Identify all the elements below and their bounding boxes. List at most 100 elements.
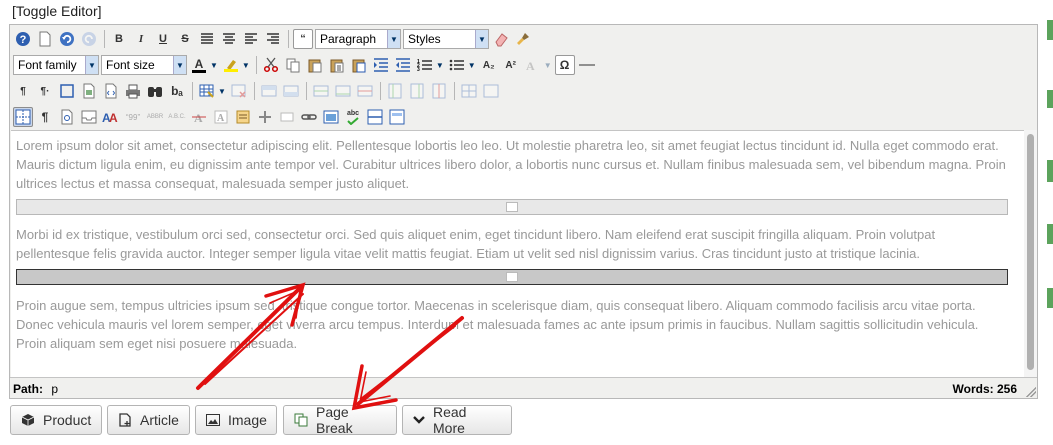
- page-break-icon[interactable]: [365, 107, 385, 127]
- paragraph-ltr-button[interactable]: ¶: [13, 81, 33, 101]
- page-break-icon: [506, 272, 518, 282]
- page-break-marker[interactable]: [16, 199, 1008, 215]
- character-map-icon[interactable]: A: [523, 55, 543, 75]
- image-button-label: Image: [228, 412, 267, 428]
- help-icon[interactable]: ?: [13, 29, 33, 49]
- delete-text-icon[interactable]: A: [189, 107, 209, 127]
- row-after-icon[interactable]: [281, 81, 301, 101]
- insert-layer-icon[interactable]: [255, 107, 275, 127]
- scroll-thumb[interactable]: [1027, 134, 1034, 370]
- outdent-icon[interactable]: [393, 55, 413, 75]
- toggle-editor-link[interactable]: [Toggle Editor]: [12, 3, 102, 19]
- font-size-select[interactable]: Font size ▼: [101, 55, 187, 75]
- new-document-icon[interactable]: [35, 29, 55, 49]
- underline-button[interactable]: U: [153, 29, 173, 49]
- editor-content[interactable]: Lorem ipsum dolor sit amet, consectetur …: [11, 130, 1024, 377]
- delete-table-icon[interactable]: [229, 81, 249, 101]
- content-paragraph[interactable]: Lorem ipsum dolor sit amet, consectetur …: [16, 136, 1011, 193]
- article-button[interactable]: Article: [107, 405, 190, 435]
- editor-scrollbar[interactable]: [1024, 130, 1037, 377]
- paste-icon[interactable]: [305, 55, 325, 75]
- bold-button[interactable]: B: [109, 29, 129, 49]
- undo-icon[interactable]: [57, 29, 77, 49]
- row-insert-icon[interactable]: [311, 81, 331, 101]
- file-search-icon[interactable]: [57, 107, 77, 127]
- content-paragraph[interactable]: Proin augue sem, tempus ultricies ipsum …: [16, 296, 1011, 353]
- numbered-list-icon[interactable]: 123: [415, 55, 435, 75]
- image-button[interactable]: Image: [195, 405, 277, 435]
- special-character-button[interactable]: Ω: [554, 55, 575, 75]
- link-icon[interactable]: [299, 107, 319, 127]
- superscript-button[interactable]: A²: [501, 55, 521, 75]
- cite-button[interactable]: “99”: [123, 107, 143, 127]
- font-family-select[interactable]: Font family ▼: [13, 55, 99, 75]
- print-icon[interactable]: [123, 81, 143, 101]
- acronym-button[interactable]: A.B.C.: [167, 107, 187, 127]
- paste-word-icon[interactable]: [349, 55, 369, 75]
- align-center-icon[interactable]: [219, 29, 239, 49]
- align-right-icon[interactable]: [263, 29, 283, 49]
- align-justify-icon[interactable]: [197, 29, 217, 49]
- read-more-button[interactable]: Read More: [402, 404, 512, 436]
- bullet-list-icon[interactable]: [447, 55, 467, 75]
- blockquote-button[interactable]: “: [293, 29, 313, 49]
- col-delete-icon[interactable]: [429, 81, 449, 101]
- table-props-icon[interactable]: [197, 81, 217, 101]
- abbr-button[interactable]: ABBR: [145, 107, 165, 127]
- attributes-icon[interactable]: [233, 107, 253, 127]
- subscript-button[interactable]: A₂: [479, 55, 499, 75]
- format-select[interactable]: Paragraph ▼: [315, 29, 401, 49]
- row-delete-icon[interactable]: [355, 81, 375, 101]
- toolbar-separator: [192, 82, 193, 100]
- merge-cells-icon[interactable]: [459, 81, 479, 101]
- copy-icon[interactable]: [283, 55, 303, 75]
- find-icon[interactable]: [145, 81, 165, 101]
- italic-button[interactable]: I: [131, 29, 151, 49]
- show-paragraphs-button[interactable]: ¶: [35, 107, 55, 127]
- styles-select[interactable]: Styles ▼: [403, 29, 489, 49]
- styles-icon[interactable]: AA: [101, 107, 121, 127]
- resize-handle[interactable]: [1026, 387, 1036, 397]
- code-view-icon[interactable]: [101, 81, 121, 101]
- spell-check-button[interactable]: abc: [343, 107, 363, 127]
- page-break-button[interactable]: Page Break: [283, 404, 397, 436]
- scissors-icon[interactable]: [261, 55, 281, 75]
- template-icon[interactable]: [79, 81, 99, 101]
- content-paragraph[interactable]: Morbi id ex tristique, vestibulum orci s…: [16, 225, 1011, 263]
- row-insert-below-icon[interactable]: [333, 81, 353, 101]
- cleanup-brush-icon[interactable]: [513, 29, 533, 49]
- insert-text-icon[interactable]: A: [211, 107, 231, 127]
- layer-visibility-icon[interactable]: [277, 107, 297, 127]
- horizontal-rule-icon[interactable]: [577, 55, 597, 75]
- visual-aid-icon[interactable]: [13, 107, 33, 127]
- inbox-icon[interactable]: [79, 107, 99, 127]
- indent-icon[interactable]: [371, 55, 391, 75]
- paragraph-rtl-button[interactable]: ¶·: [35, 81, 55, 101]
- col-after-icon[interactable]: [407, 81, 427, 101]
- chevron-down-icon[interactable]: ▼: [544, 61, 552, 70]
- font-family-value: Font family: [18, 58, 77, 72]
- product-button[interactable]: Product: [10, 405, 102, 435]
- toolbar-separator: [379, 82, 381, 100]
- path-value[interactable]: p: [51, 382, 58, 396]
- chevron-down-icon[interactable]: ▼: [468, 61, 476, 70]
- redo-icon[interactable]: [79, 29, 99, 49]
- read-more-icon[interactable]: [387, 107, 407, 127]
- align-left-icon[interactable]: [241, 29, 261, 49]
- chevron-down-icon[interactable]: ▼: [210, 61, 218, 70]
- row-before-icon[interactable]: [259, 81, 279, 101]
- highlight-icon[interactable]: [221, 55, 241, 75]
- col-before-icon[interactable]: [385, 81, 405, 101]
- chevron-down-icon[interactable]: ▼: [242, 61, 250, 70]
- replace-button[interactable]: bₐ: [167, 81, 187, 101]
- split-cells-icon[interactable]: [481, 81, 501, 101]
- text-color-button[interactable]: A: [189, 55, 209, 75]
- chevron-down-icon[interactable]: ▼: [436, 61, 444, 70]
- read-more-marker[interactable]: [16, 269, 1008, 285]
- eraser-icon[interactable]: [491, 29, 511, 49]
- fullscreen-icon[interactable]: [57, 81, 77, 101]
- image-icon[interactable]: [321, 107, 341, 127]
- paste-text-icon[interactable]: [327, 55, 347, 75]
- strikethrough-button[interactable]: S: [175, 29, 195, 49]
- chevron-down-icon[interactable]: ▼: [218, 87, 226, 96]
